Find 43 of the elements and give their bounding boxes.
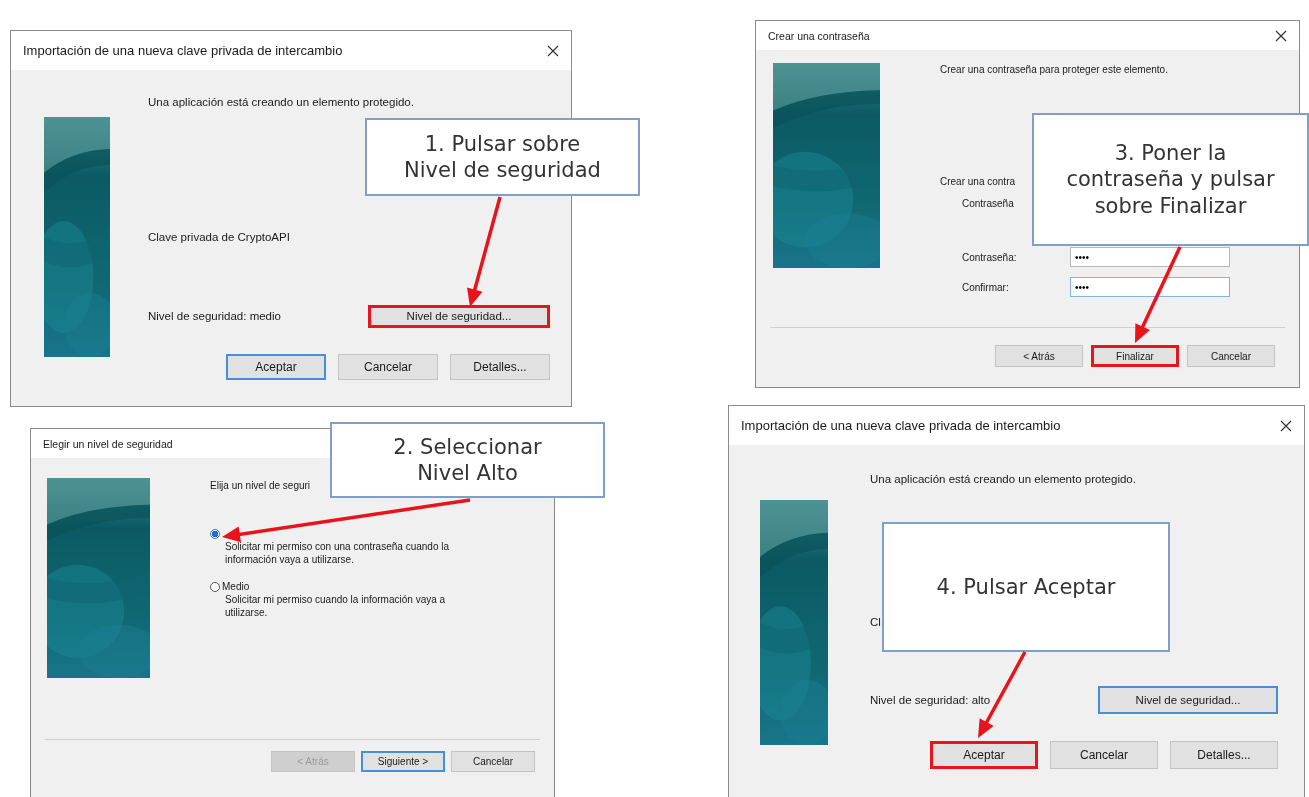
dialog-button[interactable]: Aceptar <box>226 354 326 380</box>
close-icon[interactable] <box>547 44 559 57</box>
callout: 4. Pulsar Aceptar <box>882 522 1170 652</box>
dialog-button[interactable]: Siguiente > <box>361 751 445 772</box>
dialog-button[interactable]: Aceptar <box>930 741 1038 769</box>
security-level-label: Nivel de seguridad: alto <box>870 694 992 706</box>
window-title: Crear una contraseña <box>768 29 870 42</box>
security-level-label: Nivel de seguridad: medio <box>148 310 282 322</box>
dialog-button[interactable]: Cancelar <box>1050 741 1158 769</box>
item-label: Cl <box>870 616 881 628</box>
field-label: Confirmar: <box>962 281 1010 293</box>
dialog-button[interactable]: < Atrás <box>995 345 1083 367</box>
dialog-button[interactable]: Cancelar <box>451 751 535 772</box>
window-title: Importación de una nueva clave privada de intercambio <box>23 43 343 58</box>
option-description: Solicitar mi permiso cuando la información vaya a utilizarse. <box>225 593 447 619</box>
field-label: Contraseña: <box>962 251 1018 263</box>
dialog-button[interactable]: Cancelar <box>338 354 438 380</box>
dialog-button[interactable]: Detalles... <box>1170 741 1278 769</box>
window-title: Importación de una nueva clave privada de intercambio <box>741 418 1061 433</box>
password-field[interactable]: •••• <box>1070 247 1230 267</box>
callout: 3. Poner la contraseña y pulsar sobre Finalizar <box>1032 113 1309 246</box>
radio-button[interactable] <box>210 528 220 539</box>
window-title: Elegir un nivel de seguridad <box>43 437 173 450</box>
field-label: Contraseña <box>962 198 1014 209</box>
message-text: Una aplicación está creando un elemento protegido. <box>870 473 1136 485</box>
message-text: Una aplicación está creando un elemento protegido. <box>148 96 414 108</box>
radio-button[interactable] <box>210 581 220 592</box>
dialog-button[interactable]: Finalizar <box>1091 345 1179 367</box>
item-label: Clave privada de CryptoAPI <box>148 231 290 243</box>
radio-label[interactable]: Medio <box>222 581 250 592</box>
password-field[interactable]: •••• <box>1070 277 1230 297</box>
dialog-button[interactable]: Nivel de seguridad... <box>368 304 550 328</box>
close-icon[interactable] <box>1280 419 1292 432</box>
dialog-button[interactable]: Detalles... <box>450 354 550 380</box>
option-description: Solicitar mi permiso con una contraseña cuando la información vaya a utilizarse. <box>225 540 450 566</box>
callout: 2. Seleccionar Nivel Alto <box>330 422 605 498</box>
dialog-button[interactable]: Nivel de seguridad... <box>1098 686 1278 714</box>
dialog-button[interactable]: Cancelar <box>1187 345 1275 367</box>
prompt-text: Crear una contra <box>940 176 1016 187</box>
message-text: Crear una contraseña para proteger este elemento. <box>940 64 1168 75</box>
callout: 1. Pulsar sobre Nivel de seguridad <box>365 118 640 196</box>
close-icon[interactable] <box>1275 29 1287 42</box>
message-text: Elija un nivel de seguri <box>210 480 311 491</box>
